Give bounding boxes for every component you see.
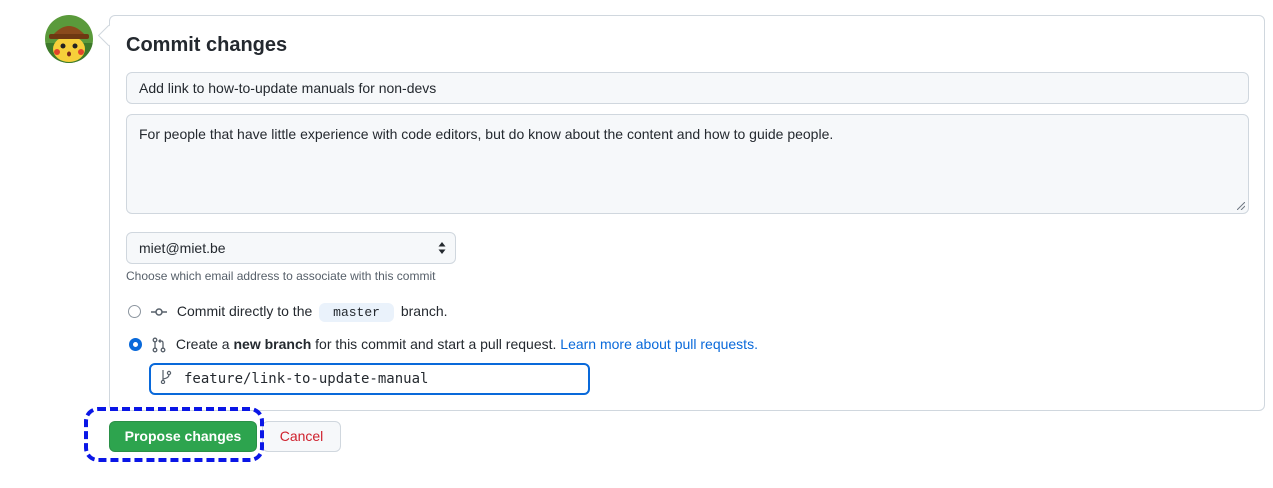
propose-changes-button[interactable]: Propose changes	[109, 421, 257, 452]
commit-title: Commit changes	[126, 34, 288, 56]
new-branch-radio[interactable]	[129, 338, 142, 351]
email-select-value: miet@miet.be	[139, 240, 226, 256]
new-branch-suffix: for this commit and start a pull request…	[315, 336, 557, 352]
commit-direct-label: Commit directly to the	[176, 303, 313, 319]
git-branch-icon	[160, 370, 172, 384]
commit-direct-radio[interactable]	[128, 305, 141, 318]
new-branch-row: Create a new branch for this commit and …	[151, 336, 758, 353]
branch-name-input[interactable]	[149, 363, 590, 395]
branch-name-field	[149, 363, 590, 395]
select-arrows-icon	[438, 242, 446, 254]
new-branch-prefix: Create a	[175, 336, 230, 352]
new-branch-bold: new branch	[233, 336, 312, 352]
learn-more-link[interactable]: Learn more about pull requests.	[560, 336, 758, 352]
avatar	[45, 15, 93, 63]
commit-description-text: For people that have little experience w…	[139, 126, 834, 142]
commit-direct-row: Commit directly to the master branch.	[151, 303, 448, 322]
commit-summary-input[interactable]	[126, 72, 1249, 104]
branch-badge: master	[319, 303, 394, 322]
commit-direct-suffix: branch.	[400, 303, 448, 319]
git-commit-icon	[151, 308, 167, 317]
resize-handle-icon[interactable]	[1237, 202, 1245, 210]
commit-description-textarea[interactable]: For people that have little experience w…	[126, 114, 1249, 214]
email-help-text: Choose which email address to associate …	[126, 269, 436, 283]
email-select[interactable]: miet@miet.be	[126, 232, 456, 264]
git-pull-request-icon	[152, 337, 166, 353]
cancel-button[interactable]: Cancel	[262, 421, 341, 452]
